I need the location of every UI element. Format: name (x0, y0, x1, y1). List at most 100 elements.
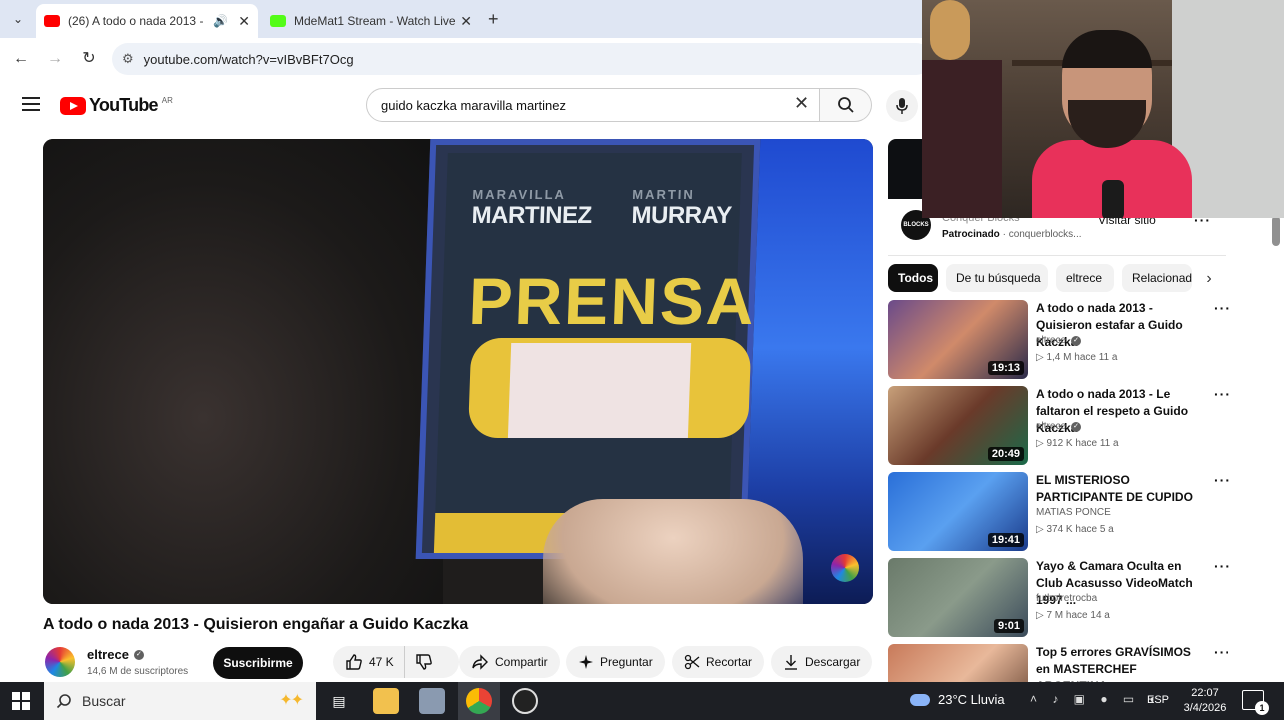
rec-channel[interactable]: MATIAS PONCE (1036, 507, 1111, 518)
like-dislike-group: 47 K (333, 646, 459, 678)
rec-channel-row: futbolretrocba (1036, 593, 1097, 604)
close-tab-icon[interactable]: ✕ (238, 13, 250, 30)
video-thumbnail[interactable] (888, 644, 1028, 682)
rec-title[interactable]: EL MISTERIOSO PARTICIPANTE DE CUPIDO (1036, 472, 1208, 506)
url-text: youtube.com/watch?v=vIBvBFt7Ocg (143, 51, 354, 67)
rec-meta: ▷ 7 M hace 14 a (1036, 610, 1110, 621)
more-options-icon[interactable]: ··· (1214, 472, 1231, 488)
clip-button[interactable]: Recortar (672, 646, 765, 678)
chip-eltrece[interactable]: eltrece (1056, 264, 1114, 292)
chrome-icon[interactable] (466, 688, 492, 714)
video-thumbnail[interactable]: 19:13 (888, 300, 1028, 379)
list-item[interactable]: 20:49 A todo o nada 2013 - Le faltaron e… (888, 386, 1231, 466)
weather-widget[interactable]: 23°C Lluvia (910, 692, 1005, 707)
tab-search-chevron-icon[interactable]: ⌄ (6, 8, 30, 30)
tab-youtube[interactable]: (26) A todo o nada 2013 - Q 🔊 ✕ (36, 4, 258, 38)
search-icon (56, 694, 71, 709)
forward-arrow-icon[interactable]: → (44, 48, 66, 70)
voice-search-button[interactable] (886, 90, 918, 122)
card-name-1-last: MARTINEZ (471, 202, 593, 229)
rec-channel[interactable]: eltrece (1036, 421, 1066, 432)
back-arrow-icon[interactable]: ← (10, 48, 32, 70)
list-item[interactable]: 19:13 A todo o nada 2013 - Quisieron est… (888, 300, 1231, 380)
obs-icon[interactable] (512, 688, 538, 714)
chevron-right-icon[interactable]: › (1198, 268, 1220, 290)
press-credential-card: MARAVILLA MARTINEZ MARTIN MURRAY PRENSA (415, 139, 761, 559)
close-tab-icon[interactable]: ✕ (460, 13, 472, 30)
tab-kick-stream[interactable]: MdeMat1 Stream - Watch Live ✕ (262, 4, 480, 38)
streamer-image (1032, 30, 1192, 218)
share-button[interactable]: Compartir (459, 646, 560, 678)
youtube-logo-text: YouTube (89, 95, 159, 115)
like-button[interactable]: 47 K (333, 646, 405, 678)
download-icon (785, 655, 797, 670)
reload-icon[interactable]: ↻ (78, 48, 100, 70)
tab-title: MdeMat1 Stream - Watch Live (294, 14, 456, 28)
list-item[interactable]: 9:01 Yayo & Camara Oculta en Club Acasus… (888, 558, 1231, 638)
rec-channel[interactable]: eltrece (1036, 335, 1066, 346)
audio-playing-icon[interactable]: 🔊 (213, 14, 228, 28)
youtube-logo[interactable]: YouTube AR (60, 95, 173, 116)
duration-badge: 9:01 (993, 619, 1024, 633)
channel-name[interactable]: eltrece (87, 647, 129, 662)
like-count: 47 K (369, 655, 394, 669)
card-names: MARAVILLA MARTINEZ MARTIN MURRAY (471, 187, 733, 230)
more-options-icon[interactable]: ··· (1214, 386, 1231, 402)
channel-name-row[interactable]: eltrece ✓ (87, 647, 144, 662)
taskbar-search-box[interactable]: Buscar ✦✦ (44, 682, 316, 720)
new-tab-plus-icon[interactable]: + (488, 9, 499, 30)
clock[interactable]: 22:07 3/4/2026 (1180, 686, 1230, 716)
system-tray-icons[interactable]: ˄ ♪ ▣ ● ▭ ◐ (1030, 692, 1163, 706)
clear-search-icon[interactable]: ✕ (794, 93, 809, 114)
list-item[interactable]: 19:41 EL MISTERIOSO PARTICIPANTE DE CUPI… (888, 472, 1231, 552)
taskbar-search-placeholder: Buscar (82, 693, 126, 709)
address-bar[interactable]: ⚙ youtube.com/watch?v=vIBvBFt7Ocg (112, 43, 932, 75)
search-button[interactable] (820, 88, 872, 122)
video-thumbnail[interactable]: 20:49 (888, 386, 1028, 465)
windows-taskbar: Buscar ✦✦ ▤ 23°C Lluvia ˄ ♪ ▣ ● ▭ ◐ ESP … (0, 682, 1284, 720)
channel-avatar[interactable] (45, 647, 75, 677)
file-explorer-icon[interactable] (373, 688, 399, 714)
scrollbar-thumb[interactable] (1272, 216, 1280, 246)
search-input[interactable]: guido kaczka maravilla martinez (366, 88, 820, 122)
list-item[interactable]: Top 5 errores GRAVÍSIMOS en MASTERCHEF A… (888, 644, 1228, 682)
notification-count: 1 (1255, 701, 1269, 715)
windows-start-icon[interactable] (12, 692, 30, 710)
rec-title[interactable]: Top 5 errores GRAVÍSIMOS en MASTERCHEF A… (1036, 644, 1208, 682)
page-scrollbar[interactable] (1272, 138, 1280, 682)
app-window-icon[interactable] (419, 688, 445, 714)
more-options-icon[interactable]: ··· (1214, 644, 1228, 660)
input-language[interactable]: ESP (1147, 694, 1169, 706)
search-highlight-icon: ✦✦ (279, 692, 304, 709)
more-options-icon[interactable]: ··· (1214, 558, 1231, 574)
video-background-blur (43, 139, 443, 604)
clock-date: 3/4/2026 (1183, 702, 1227, 714)
rec-channel[interactable]: futbolretrocba (1036, 593, 1097, 604)
chip-all[interactable]: Todos (888, 264, 938, 292)
youtube-play-icon (60, 96, 86, 115)
chip-from-search[interactable]: De tu búsqueda (946, 264, 1048, 292)
video-player[interactable]: MARAVILLA MARTINEZ MARTIN MURRAY PRENSA (43, 139, 873, 604)
menu-hamburger-icon[interactable] (22, 97, 40, 111)
clip-label: Recortar (706, 655, 753, 669)
dislike-button[interactable] (405, 646, 451, 678)
curtain-image (922, 60, 1002, 218)
ask-button[interactable]: Preguntar (566, 646, 665, 678)
rec-channel-row: eltrece ✓ (1036, 421, 1082, 432)
chip-related[interactable]: Relacionados (1122, 264, 1192, 292)
kick-favicon-icon (270, 15, 286, 27)
card-word: PRENSA (467, 264, 758, 338)
country-code: AR (161, 96, 173, 105)
microphone-icon (896, 98, 908, 114)
video-thumbnail[interactable]: 9:01 (888, 558, 1028, 637)
streamer-microphone (1102, 180, 1124, 218)
site-settings-icon[interactable]: ⚙ (122, 51, 134, 67)
video-thumbnail[interactable]: 19:41 (888, 472, 1028, 551)
notifications-icon[interactable]: 1 (1242, 690, 1269, 715)
ad-domain: conquerblocks... (1008, 229, 1082, 240)
sparkle-icon (579, 655, 593, 669)
subscribe-button[interactable]: Suscribirme (213, 647, 303, 679)
more-options-icon[interactable]: ··· (1214, 300, 1231, 316)
download-button[interactable]: Descargar (771, 646, 873, 678)
task-view-icon[interactable]: ▤ (326, 688, 352, 714)
